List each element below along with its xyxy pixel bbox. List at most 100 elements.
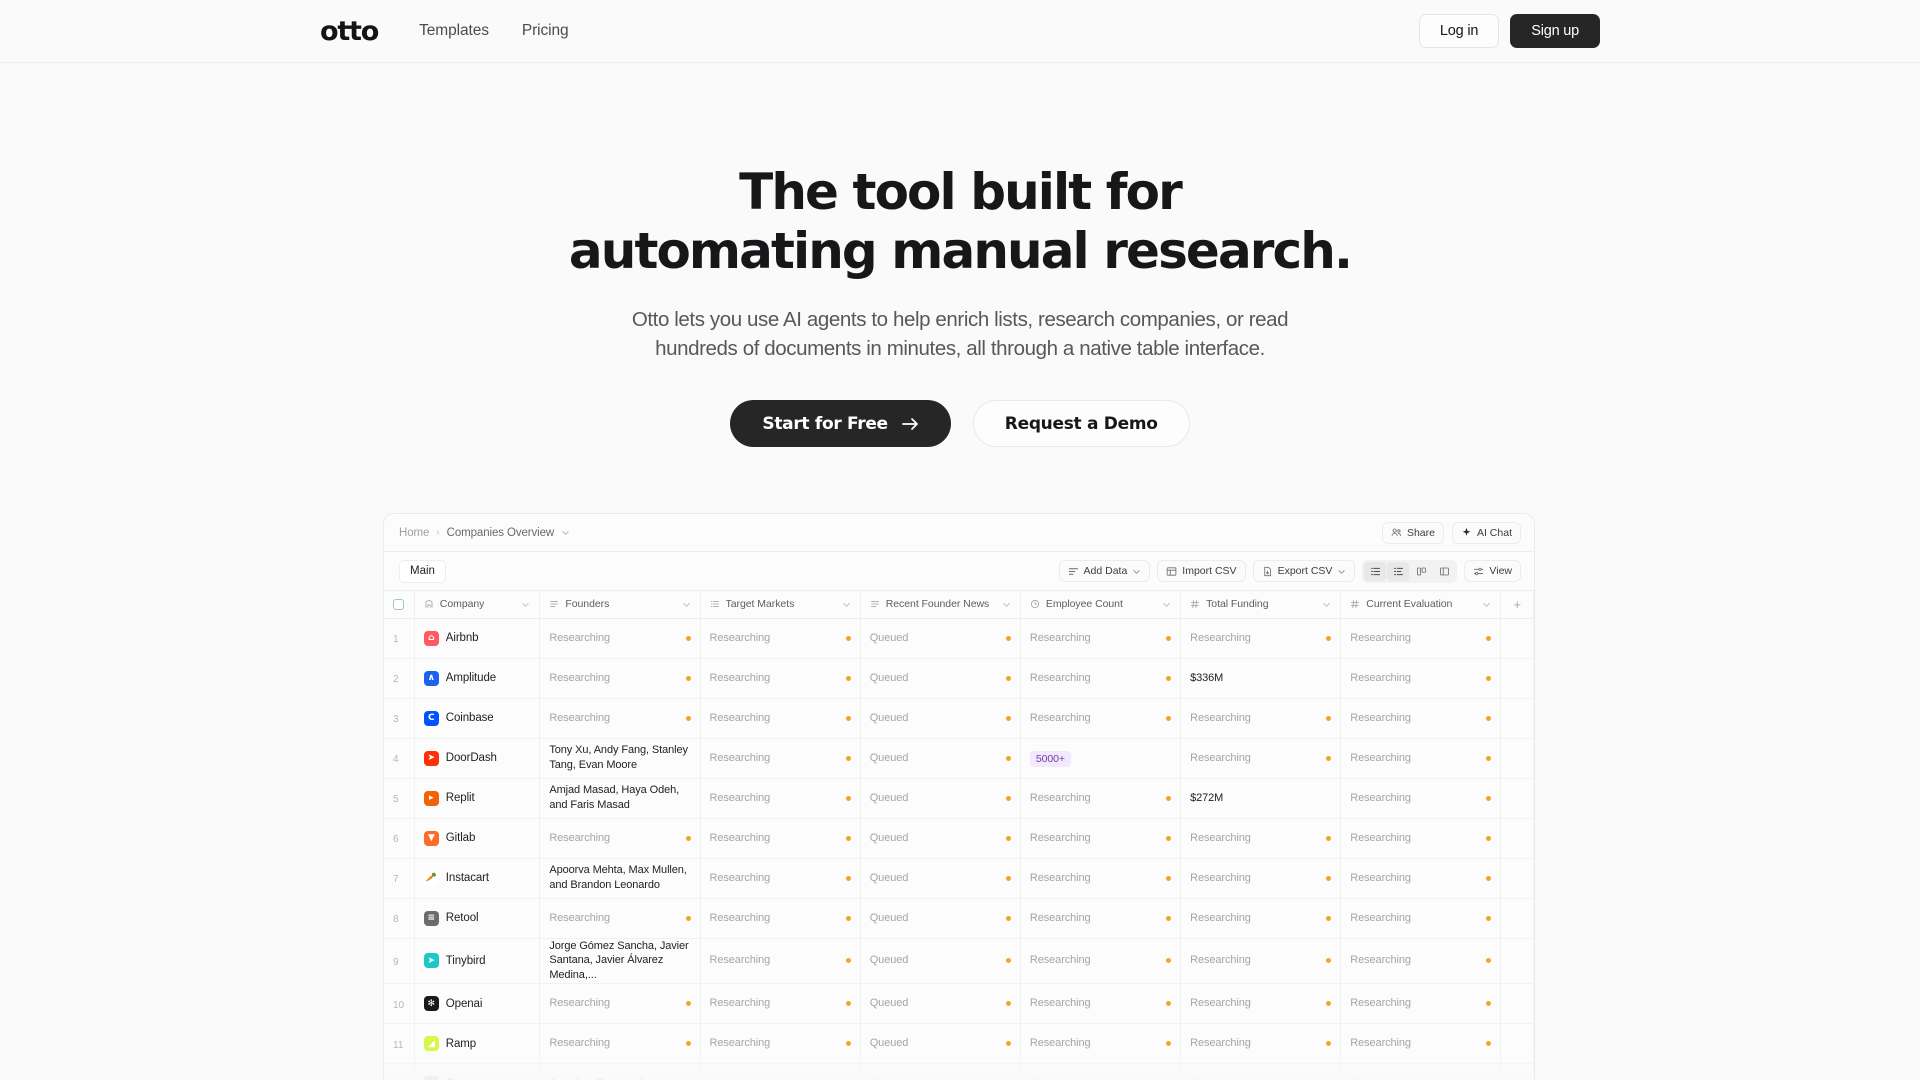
total-funding-cell[interactable]: Researching [1180,698,1342,739]
column-header-total-funding[interactable]: Total Funding [1180,591,1342,619]
total-funding-cell[interactable]: Researching [1180,983,1342,1025]
chevron-down-icon[interactable] [682,600,691,609]
target-markets-cell[interactable]: Researching [700,618,861,659]
total-funding-cell[interactable]: Researching [1180,738,1342,779]
table-row[interactable]: 6 ▼ Gitlab Researching Researching Queued Rese… [384,818,1534,859]
company-cell[interactable]: ≡ Retool [414,898,541,939]
founders-cell[interactable]: Researching [539,983,701,1025]
column-header-target-markets[interactable]: Target Markets [700,591,861,619]
table-row[interactable]: 7 🥕 Instacart Apoorva Mehta, Max Mullen, an… [384,858,1534,899]
import-csv-button[interactable]: Import CSV [1157,560,1246,582]
recent-founder-news-cell[interactable]: Queued [860,858,1021,899]
request-a-demo-button[interactable]: Request a Demo [972,400,1190,448]
add-data-button[interactable]: Add Data [1058,560,1151,582]
nav-link-templates[interactable]: Templates [419,22,489,40]
add-column-icon[interactable]: + [1510,597,1524,612]
company-cell[interactable]: ●Groq [414,1063,541,1080]
current-evaluation-cell[interactable]: Researching [1340,938,1502,985]
table-row[interactable]: 1 ⌂ Airbnb Researching Researching Queued Rese… [384,618,1534,659]
current-evaluation-cell[interactable]: Researching [1340,818,1502,859]
employee-count-cell[interactable]: Researching [1020,698,1182,739]
view-mode-list-icon[interactable] [1364,561,1387,581]
employee-count-cell[interactable]: Researching [1020,818,1182,859]
company-cell[interactable]: ▼ Gitlab [414,818,541,859]
current-evaluation-cell[interactable]: Researching [1340,898,1502,939]
company-cell[interactable]: C Coinbase [414,698,541,739]
recent-founder-news-cell[interactable]: Queued [860,818,1021,859]
employee-count-cell[interactable]: Researching [1020,658,1182,699]
target-markets-cell[interactable]: Researching [700,818,861,859]
current-evaluation-cell[interactable]: Researching [1340,1063,1502,1080]
current-evaluation-cell[interactable]: Researching [1340,1023,1502,1065]
chevron-down-icon[interactable] [842,600,851,609]
target-markets-cell[interactable]: Researching [700,658,861,699]
chevron-down-icon[interactable] [1002,600,1011,609]
total-funding-cell[interactable]: Researching [1180,938,1342,985]
tab-main[interactable]: Main [399,559,446,583]
target-markets-cell[interactable]: Researching [700,938,861,985]
ai-chat-button[interactable]: AI Chat [1451,521,1521,544]
chevron-down-icon[interactable] [1162,600,1171,609]
table-row[interactable]: 10 ✻ Openai Researching Researching Queued Res… [384,983,1534,1025]
employee-count-cell[interactable]: Researching [1020,858,1182,899]
employee-count-cell[interactable]: 5000+ [1020,738,1182,779]
employee-count-cell[interactable]: Researching [1020,938,1182,985]
company-cell[interactable]: ✻ Openai [414,983,541,1025]
founders-cell[interactable]: Researching [539,1023,701,1065]
breadcrumb-companies-overview[interactable]: Companies Overview [447,527,555,539]
login-button[interactable]: Log in [1418,14,1500,48]
current-evaluation-cell[interactable]: Researching [1340,983,1502,1025]
company-cell[interactable]: ➤ DoorDash [414,738,541,779]
table-row[interactable]: 11 ◢ Ramp Researching Researching Queued Resea… [384,1023,1534,1065]
current-evaluation-cell[interactable]: Researching [1340,618,1502,659]
table-row[interactable]: 3 C Coinbase Researching Researching Queued Re… [384,698,1534,739]
view-mode-board-icon[interactable] [1410,562,1432,581]
company-cell[interactable]: 🥕 Instacart [414,858,541,899]
table-row[interactable]: 4 ➤ DoorDash Tony Xu, Andy Fang, Stanley Ta… [384,738,1534,779]
recent-founder-news-cell[interactable]: Queued [860,1023,1021,1065]
column-header-current-evaluation[interactable]: Current Evaluation [1340,591,1502,619]
chevron-down-icon[interactable] [521,600,530,609]
table-row[interactable]: 9 ➤ Tinybird Jorge Gómez Sancha, Javier San… [384,938,1534,985]
total-funding-cell[interactable]: $336M [1180,658,1342,699]
total-funding-cell[interactable]: $272M [1180,778,1342,819]
column-header-founders[interactable]: Founders [539,591,701,619]
company-cell[interactable]: ◢ Ramp [414,1023,541,1065]
founders-cell[interactable]: Researching [539,818,701,859]
otto-logo[interactable]: otto [320,18,379,45]
company-cell[interactable]: ⌂ Airbnb [414,618,541,659]
chevron-down-icon[interactable] [1322,600,1331,609]
current-evaluation-cell[interactable]: Researching [1340,738,1502,779]
recent-founder-news-cell[interactable]: Queued [860,778,1021,819]
target-markets-cell[interactable]: Researching [700,698,861,739]
recent-founder-news-cell[interactable]: Queued [860,1063,1021,1080]
recent-founder-news-cell[interactable]: Queued [860,938,1021,985]
company-cell[interactable]: ➤ Tinybird [414,938,541,985]
founders-cell[interactable]: Researching [539,898,701,939]
column-header-employee-count[interactable]: Employee Count [1020,591,1182,619]
recent-founder-news-cell[interactable]: Queued [860,898,1021,939]
employee-count-cell[interactable]: Researching [1020,1023,1182,1065]
founders-cell[interactable]: Researching [539,658,701,699]
current-evaluation-cell[interactable]: Researching [1340,698,1502,739]
table-row[interactable]: 2 ∧ Amplitude Researching Researching Queued R… [384,658,1534,699]
target-markets-cell[interactable]: Researching [700,1023,861,1065]
total-funding-cell[interactable]: Researching [1180,898,1342,939]
employee-count-cell[interactable]: Researching [1020,1063,1182,1080]
share-button[interactable]: Share [1381,521,1444,544]
recent-founder-news-cell[interactable]: Queued [860,983,1021,1025]
company-cell[interactable]: ∧ Amplitude [414,658,541,699]
nav-link-pricing[interactable]: Pricing [522,22,569,40]
view-settings-button[interactable]: View [1464,560,1521,582]
table-row[interactable]: 8 ≡ Retool Researching Researching Queued Rese… [384,898,1534,939]
breadcrumb-home[interactable]: Home [399,527,429,539]
target-markets-cell[interactable]: Researching [700,778,861,819]
column-header-recent-founder-news[interactable]: Recent Founder News [860,591,1021,619]
founders-cell[interactable]: Researching [539,618,701,659]
employee-count-cell[interactable]: Researching [1020,618,1182,659]
company-cell[interactable]: ▸ Replit [414,778,541,819]
target-markets-cell[interactable]: Researching [700,898,861,939]
founders-cell[interactable]: Tony Xu, Andy Fang, Stanley Tang, Evan M… [539,738,701,779]
founders-cell[interactable]: Amjad Masad, Haya Odeh, and Faris Masad [539,778,701,819]
target-markets-cell[interactable]: Researching [700,738,861,779]
